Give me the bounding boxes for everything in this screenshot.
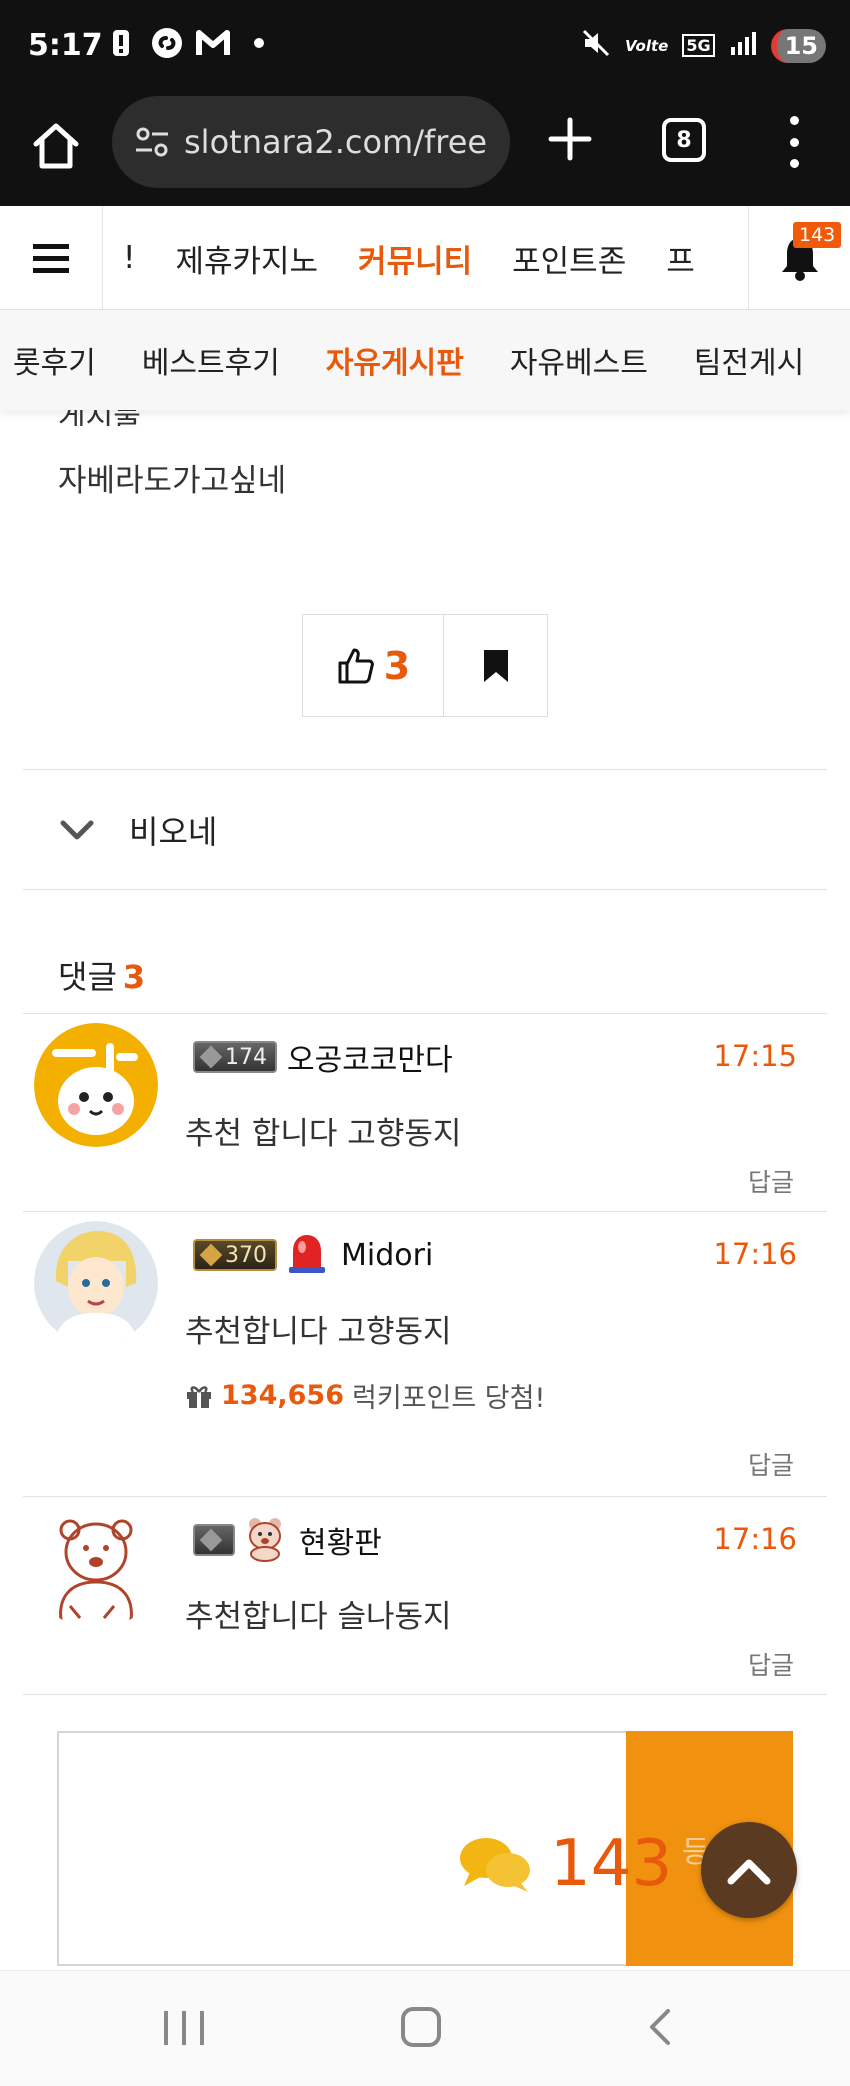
- bookmark-icon: [483, 649, 508, 682]
- comment-nickname[interactable]: 오공코코만다: [287, 1035, 453, 1079]
- nav-item-partial[interactable]: !: [103, 240, 155, 276]
- subnav-item-free-board[interactable]: 자유게시판: [303, 338, 487, 382]
- alert-icon: [104, 26, 138, 60]
- vote-box: 3: [302, 614, 548, 717]
- lucky-points: 134,656: [221, 1380, 344, 1411]
- level-number: 174: [225, 1044, 267, 1070]
- comment-item: 현황판 17:16 추천합니다 슬나동지 답글: [23, 1496, 827, 1694]
- address-bar[interactable]: slotnara2.com/free: [112, 96, 510, 188]
- comment-meta: 370 Midori: [193, 1231, 433, 1279]
- level-diamond-icon: [199, 1045, 223, 1069]
- reply-button[interactable]: 답글: [748, 1163, 794, 1199]
- nav-item-community[interactable]: 커뮤니티: [338, 236, 492, 281]
- scroll-top-button[interactable]: [701, 1822, 797, 1918]
- back-icon[interactable]: [640, 2007, 680, 2047]
- system-nav-bar: [0, 1970, 850, 2086]
- comment-text: 추천합니다 슬나동지: [185, 1599, 452, 1635]
- subnav-item-free-best[interactable]: 자유베스트: [487, 338, 671, 382]
- system-home-icon[interactable]: [401, 2007, 441, 2047]
- level-diamond-icon: [199, 1528, 223, 1552]
- reply-button[interactable]: 답글: [748, 1646, 794, 1682]
- battery-indicator: 15: [770, 28, 826, 63]
- chat-bubbles-icon: [460, 1838, 530, 1892]
- gift-icon: [187, 1385, 211, 1408]
- chevron-up-icon: [727, 1859, 771, 1885]
- nav-item-more[interactable]: 프: [646, 236, 715, 281]
- comment-time: 17:16: [713, 1522, 797, 1556]
- siren-icon: [283, 1229, 331, 1281]
- reply-button[interactable]: 답글: [748, 1446, 794, 1482]
- comment-item: 174 오공코코만다 17:15 추천 합니다 고향동지 답글: [23, 1013, 827, 1211]
- lucky-point-notice: 134,656 럭키포인트 당첨!: [185, 1376, 545, 1415]
- nav-item-partner-casino[interactable]: 제휴카지노: [155, 236, 338, 281]
- level-badge: [193, 1524, 235, 1556]
- recent-apps-icon[interactable]: [164, 2011, 204, 2045]
- level-diamond-icon: [199, 1243, 223, 1267]
- subnav-item-review[interactable]: 롯후기: [0, 338, 119, 382]
- chevron-down-icon: [60, 820, 94, 840]
- subnav-item-best-review[interactable]: 베스트후기: [119, 338, 303, 382]
- status-left-icons: [104, 26, 276, 60]
- comment-nickname[interactable]: 현황판: [299, 1518, 382, 1562]
- new-tab-icon[interactable]: [545, 114, 595, 164]
- tab-switcher-button[interactable]: 8: [662, 118, 706, 162]
- gmail-icon: [196, 26, 230, 60]
- nav-item-point-zone[interactable]: 포인트존: [492, 236, 646, 281]
- author-name: 비오네: [129, 813, 218, 851]
- shazam-icon: [150, 26, 184, 60]
- chat-counter[interactable]: 143: [458, 1807, 708, 1937]
- subnav-item-team-board[interactable]: 팀전게시: [671, 338, 827, 382]
- url-text: slotnara2.com/free: [184, 123, 488, 161]
- signal-icon: [729, 29, 757, 62]
- comment-nickname[interactable]: Midori: [341, 1238, 433, 1273]
- level-badge: 174: [193, 1041, 277, 1073]
- comment-meta: 174 오공코코만다: [193, 1033, 453, 1081]
- avatar[interactable]: [34, 1506, 158, 1630]
- bear-badge-icon: [241, 1514, 289, 1566]
- comment-item: 370 Midori 17:16 추천합니다 고향동지 134,656 럭키포인…: [23, 1211, 827, 1496]
- like-button[interactable]: 3: [303, 615, 444, 716]
- status-right-icons: Volte 5G 15: [581, 28, 826, 63]
- level-badge: 370: [193, 1239, 277, 1271]
- comment-time: 17:15: [713, 1039, 797, 1073]
- menu-icon[interactable]: [782, 116, 806, 168]
- nav-items: ! 제휴카지노 커뮤니티 포인트존 프: [103, 206, 748, 310]
- dot-icon: [242, 26, 276, 60]
- browser-toolbar: slotnara2.com/free 8: [0, 96, 850, 206]
- comment-meta: 현황판: [193, 1516, 382, 1564]
- avatar[interactable]: [34, 1023, 158, 1147]
- author-row[interactable]: 비오네: [23, 771, 827, 889]
- status-bar: 5:17 Volte 5G 15: [0, 0, 850, 96]
- chat-count: 143: [550, 1827, 673, 1901]
- bookmark-button[interactable]: [444, 615, 547, 716]
- avatar[interactable]: [34, 1221, 158, 1345]
- lucky-label: 럭키포인트 당첨!: [351, 1383, 546, 1414]
- divider: [23, 1694, 827, 1695]
- mute-icon: [581, 28, 611, 63]
- hamburger-icon[interactable]: [0, 206, 103, 310]
- comments-count: 3: [122, 958, 146, 996]
- home-icon[interactable]: [28, 118, 84, 174]
- volte-label: Volte: [625, 36, 669, 55]
- comment-text: 추천 합니다 고향동지: [185, 1116, 462, 1152]
- comment-text: 추천합니다 고향동지: [185, 1314, 452, 1350]
- divider: [23, 769, 827, 770]
- like-count: 3: [383, 643, 411, 688]
- comments-heading: 댓글 3: [58, 952, 145, 998]
- level-number: 370: [225, 1242, 267, 1268]
- site-settings-icon[interactable]: [132, 122, 172, 162]
- comments-label: 댓글: [58, 958, 117, 996]
- site-nav: ! 제휴카지노 커뮤니티 포인트존 프 143: [0, 206, 850, 310]
- sub-nav: 롯후기 베스트후기 자유게시판 자유베스트 팀전게시: [0, 310, 850, 410]
- comment-time: 17:16: [713, 1237, 797, 1271]
- status-time: 5:17: [28, 28, 103, 63]
- network-label: 5G: [682, 34, 715, 57]
- notification-button[interactable]: 143: [748, 206, 850, 310]
- divider: [23, 889, 827, 890]
- post-body-text: 자베라도가고싶네: [58, 463, 287, 499]
- thumbs-up-icon: [338, 648, 374, 683]
- notification-badge: 143: [793, 222, 842, 248]
